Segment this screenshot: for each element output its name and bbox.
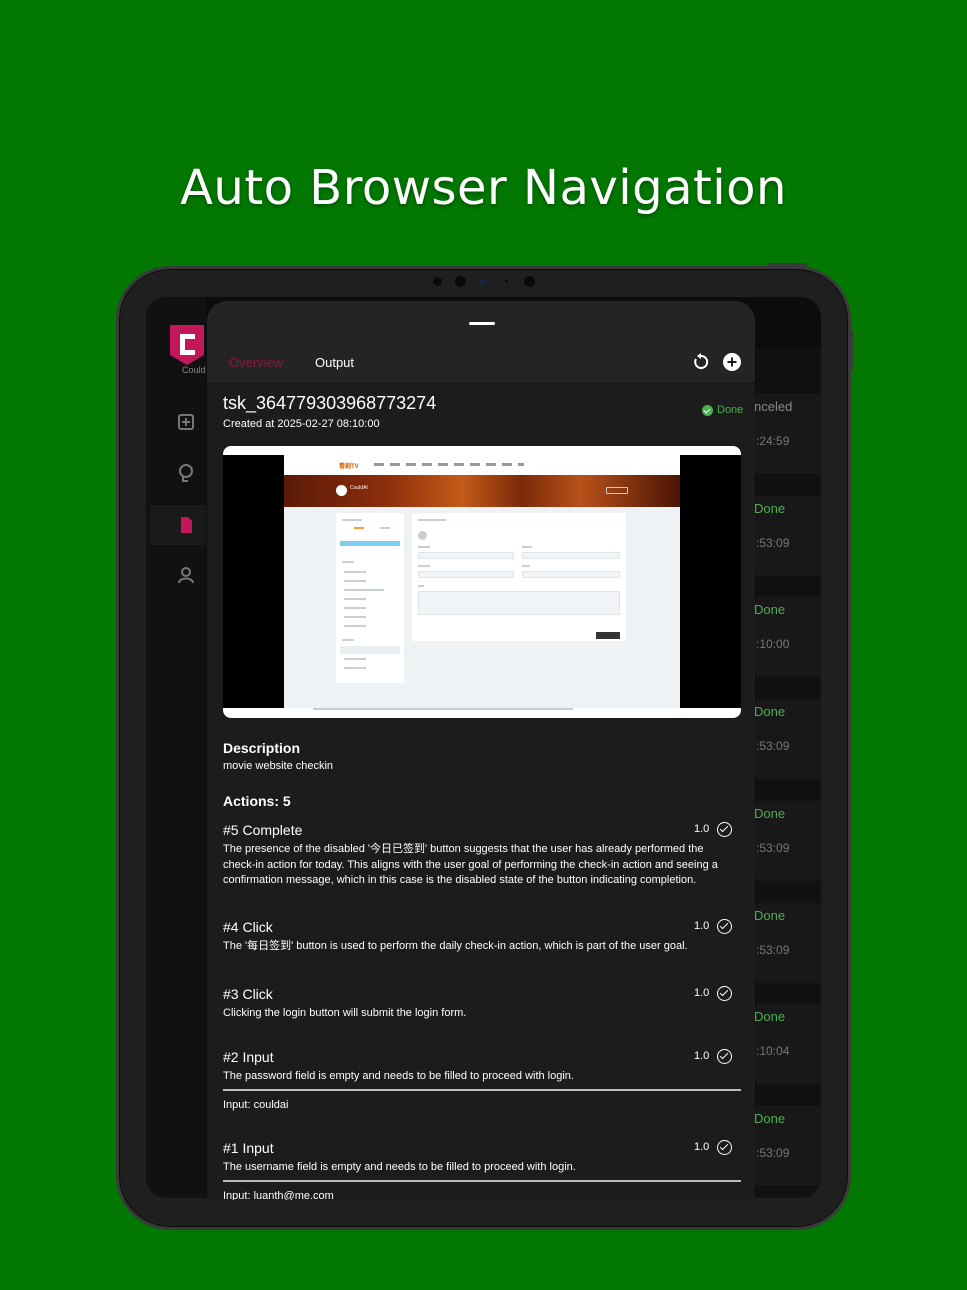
sensor-dot <box>505 280 508 283</box>
action-input-value: Input: couldai <box>223 1099 289 1111</box>
background-task-status: Done <box>754 602 786 618</box>
action-score: 1.0 <box>694 987 710 999</box>
screenshot-save-button <box>596 632 620 639</box>
tab-overview[interactable]: Overview <box>229 355 283 370</box>
app-logo-icon <box>170 325 204 365</box>
tablet-side-button <box>849 330 853 370</box>
action-description: The presence of the disabled '今日已签到' but… <box>223 843 718 886</box>
description-title: Description <box>223 740 301 756</box>
background-task-status: Done <box>754 704 786 720</box>
action-score: 1.0 <box>694 1141 710 1153</box>
screenshot-footer <box>313 708 573 710</box>
action-score: 1.0 <box>694 823 710 835</box>
actions-title: Actions: 5 <box>223 793 291 809</box>
background-task-time: :53:09 <box>756 942 790 957</box>
sensor-dot <box>455 276 466 287</box>
sensor-dot <box>524 276 535 287</box>
background-task-time: :10:04 <box>756 1044 790 1059</box>
screenshot-avatar <box>336 485 347 496</box>
camera-lens <box>479 278 486 285</box>
check-circle-icon <box>717 1140 732 1155</box>
background-task-time: :53:09 <box>756 840 790 855</box>
background-task-status: nceled <box>754 399 793 414</box>
action-title: #1 Input <box>223 1140 274 1156</box>
brain-icon[interactable] <box>176 463 196 483</box>
app-logo-text: Could <box>182 365 206 375</box>
description-text: movie website checkin <box>223 760 334 772</box>
check-circle-icon <box>717 986 732 1001</box>
action-description: The '每日签到' button is used to perform the… <box>223 940 688 952</box>
user-icon[interactable] <box>176 565 196 585</box>
check-circle-icon <box>702 404 713 416</box>
check-circle-icon <box>717 919 732 934</box>
background-task-time: :53:09 <box>756 535 790 550</box>
background-task-time: :53:09 <box>756 1145 790 1160</box>
screenshot-navbar: 看剧TV <box>284 455 680 475</box>
background-task-status: Done <box>754 500 786 516</box>
divider <box>223 1180 741 1182</box>
background-sidebar: Could <box>146 297 206 1198</box>
status-badge: Done <box>702 404 743 416</box>
screenshot-sidebar <box>336 513 404 683</box>
background-task-time: :10:00 <box>756 637 790 652</box>
screenshot-nav-links <box>374 463 524 466</box>
task-id: tsk_364779303968773274 <box>223 393 437 413</box>
letterbox-left <box>223 455 284 708</box>
screenshot-banner-button <box>606 487 628 494</box>
action-score: 1.0 <box>694 920 710 932</box>
background-task-status: Done <box>754 1110 786 1126</box>
sheet-grabber[interactable] <box>469 322 495 325</box>
action-title: #5 Complete <box>223 822 303 838</box>
screenshot-page: 看剧TV CouldAI <box>284 455 680 708</box>
action-title: #4 Click <box>223 919 273 935</box>
action-description: Clicking the login button will submit th… <box>223 1007 467 1019</box>
background-task-status: Done <box>754 805 786 821</box>
divider <box>223 1089 741 1091</box>
document-icon[interactable] <box>176 515 196 535</box>
check-circle-icon <box>717 822 732 837</box>
background-task-time: :53:09 <box>756 739 790 754</box>
letterbox-right <box>680 455 741 708</box>
tab-output[interactable]: Output <box>315 355 354 370</box>
action-score: 1.0 <box>694 1050 710 1062</box>
add-circle-icon[interactable] <box>723 353 741 371</box>
background-task-time: :24:59 <box>756 434 790 448</box>
action-input-value: Input: luanth@me.com <box>223 1190 334 1200</box>
sensor-dot <box>433 277 442 286</box>
status-label: Done <box>717 404 744 416</box>
task-detail-sheet: Overview Output tsk_364779303968773274 C… <box>207 301 755 1200</box>
screenshot-user-name: CouldAI <box>350 485 368 491</box>
created-timestamp: Created at 2025-02-27 08:10:00 <box>223 418 380 430</box>
check-circle-icon <box>717 1049 732 1064</box>
retry-icon[interactable] <box>692 353 710 371</box>
screenshot-site-logo: 看剧TV <box>339 464 359 470</box>
action-description: The password field is empty and needs to… <box>223 1070 574 1082</box>
sheet-header: Overview Output <box>207 301 755 382</box>
add-task-icon[interactable] <box>176 412 196 432</box>
action-title: #2 Input <box>223 1049 274 1065</box>
browser-screenshot[interactable]: 看剧TV CouldAI <box>223 446 741 718</box>
action-title: #3 Click <box>223 986 273 1002</box>
headline: Auto Browser Navigation <box>180 160 787 216</box>
action-description: The username field is empty and needs to… <box>223 1161 576 1173</box>
tablet-top-button <box>767 263 807 267</box>
background-task-status: Done <box>754 1009 786 1025</box>
screenshot-profile-form <box>412 513 626 641</box>
background-task-status: Done <box>754 907 786 923</box>
